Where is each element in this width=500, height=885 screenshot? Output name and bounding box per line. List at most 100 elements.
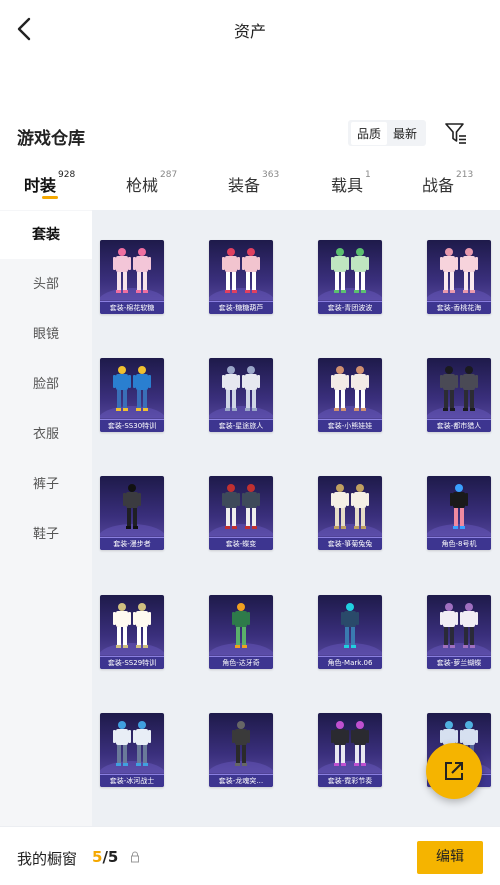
edit-button[interactable]: 编辑 (417, 841, 483, 874)
item-card[interactable]: 套装-星途旅人 (209, 358, 273, 432)
outfit-image (318, 603, 382, 655)
item-card-label: 套装-萝兰蝴蝶 (427, 656, 491, 669)
warehouse-header: 游戏仓库 品质 最新 (0, 118, 500, 150)
outfit-image (318, 248, 382, 300)
tab-battle-gear[interactable]: 战备213 (422, 170, 474, 196)
outfit-image (209, 366, 273, 418)
showcase-bar: 我的橱窗 5/5 编辑 (0, 826, 500, 885)
outfit-image (427, 484, 491, 536)
item-card-label: 套装-漫步者 (100, 537, 164, 550)
share-button[interactable] (426, 743, 482, 799)
sidebar-item-shoes[interactable]: 鞋子 (0, 511, 92, 559)
item-card[interactable]: 套装-箏菊兔兔 (318, 476, 382, 550)
sort-toggle: 品质 最新 (348, 120, 427, 146)
item-grid: 套装-棉花软糖 套装-糖糖葫芦 套装-青团波波 套装-香桃花海 套装-SS30特训 套装-… (92, 210, 500, 826)
item-card-label: 角色-8号机 (427, 537, 491, 550)
category-tabs: 时装928 枪械287 装备363 载具1 战备213 (0, 158, 500, 210)
sidebar-item-glasses[interactable]: 眼镜 (0, 311, 92, 359)
outfit-image (100, 603, 164, 655)
sub-category-sidebar: 套装 头部 眼镜 脸部 衣服 裤子 鞋子 (0, 210, 92, 826)
item-card-label: 套装-青团波波 (318, 301, 382, 314)
sort-quality-button[interactable]: 品质 (351, 121, 388, 145)
outfit-image (100, 248, 164, 300)
item-card[interactable]: 套装-SS29特训 (100, 595, 164, 669)
outfit-image (427, 366, 491, 418)
tab-fashion[interactable]: 时装928 (24, 170, 76, 196)
showcase-count: 5/5 (92, 848, 118, 866)
item-card[interactable]: 角色-8号机 (427, 476, 491, 550)
outfit-image (209, 484, 273, 536)
outfit-image (100, 484, 164, 536)
outfit-image (427, 603, 491, 655)
item-card[interactable]: 套装-霓彩节奏 (318, 713, 382, 787)
outfit-image (209, 248, 273, 300)
item-card-label: 套装-SS30特训 (100, 419, 164, 432)
showcase-current: 5 (92, 848, 103, 866)
sort-newest-button[interactable]: 最新 (387, 122, 423, 145)
item-card-label: 套装-龙魂突… (209, 774, 273, 787)
outfit-image (427, 248, 491, 300)
outfit-image (100, 366, 164, 418)
item-card[interactable]: 套装-龙魂突… (209, 713, 273, 787)
share-icon (445, 762, 463, 780)
item-card[interactable]: 套装-SS30特训 (100, 358, 164, 432)
item-card-label: 套装-糖糖葫芦 (209, 301, 273, 314)
item-card-label: 套装-都市猎人 (427, 419, 491, 432)
tab-label: 装备 (228, 176, 261, 195)
item-card-label: 套装-星途旅人 (209, 419, 273, 432)
filter-icon (445, 123, 466, 144)
active-tab-indicator (42, 196, 58, 199)
showcase-total: /5 (102, 848, 119, 866)
tab-count: 287 (160, 170, 178, 180)
item-card-label: 套装-SS29特训 (100, 656, 164, 669)
item-card-label: 角色-Mark.06 (318, 656, 382, 669)
tab-label: 枪械 (126, 176, 159, 195)
tab-equipment[interactable]: 装备363 (228, 170, 279, 196)
tab-label: 时装 (24, 176, 57, 195)
item-card[interactable]: 套装-棉花软糖 (100, 240, 164, 314)
sidebar-item-clothes[interactable]: 衣服 (0, 411, 92, 459)
item-card-label: 套装-冰河战士 (100, 774, 164, 787)
item-card[interactable]: 套装-小熊娃娃 (318, 358, 382, 432)
tab-label: 载具 (331, 176, 364, 195)
item-card[interactable]: 套装-香桃花海 (427, 240, 491, 314)
item-card-label: 套装-蝶变 (209, 537, 273, 550)
tab-count: 1 (365, 170, 371, 180)
item-card[interactable]: 角色-Mark.06 (318, 595, 382, 669)
item-card[interactable]: 套装-糖糖葫芦 (209, 240, 273, 314)
tab-label: 战备 (422, 176, 455, 195)
outfit-image (209, 721, 273, 773)
outfit-image (209, 603, 273, 655)
header: 资产 (0, 0, 500, 60)
tab-count: 213 (456, 170, 474, 180)
outfit-image (318, 721, 382, 773)
item-card-label: 套装-小熊娃娃 (318, 419, 382, 432)
tab-vehicles[interactable]: 载具1 (331, 170, 371, 196)
item-card[interactable]: 套装-蝶变 (209, 476, 273, 550)
item-card-label: 角色-达牙奇 (209, 656, 273, 669)
item-card[interactable]: 角色-达牙奇 (209, 595, 273, 669)
showcase-label: 我的橱窗 (17, 850, 78, 868)
item-card[interactable]: 套装-萝兰蝴蝶 (427, 595, 491, 669)
page-title: 资产 (233, 22, 266, 41)
item-card[interactable]: 套装-漫步者 (100, 476, 164, 550)
item-card[interactable]: 套装-冰河战士 (100, 713, 164, 787)
sidebar-item-pants[interactable]: 裤子 (0, 461, 92, 509)
tab-count: 928 (58, 170, 76, 180)
warehouse-title: 游戏仓库 (17, 129, 85, 149)
outfit-image (100, 721, 164, 773)
item-card-label: 套装-箏菊兔兔 (318, 537, 382, 550)
sidebar-item-face[interactable]: 脸部 (0, 361, 92, 409)
item-card-label: 套装-棉花软糖 (100, 301, 164, 314)
sidebar-item-head[interactable]: 头部 (0, 261, 92, 309)
outfit-image (318, 366, 382, 418)
sidebar-item-outfit[interactable]: 套装 (0, 211, 92, 259)
item-card[interactable]: 套装-都市猎人 (427, 358, 491, 432)
tab-weapons[interactable]: 枪械287 (126, 170, 178, 196)
item-card-label: 套装-霓彩节奏 (318, 774, 382, 787)
item-card-label: 套装-香桃花海 (427, 301, 491, 314)
filter-button[interactable] (444, 121, 468, 145)
lock-icon (131, 851, 139, 863)
outfit-image (318, 484, 382, 536)
item-card[interactable]: 套装-青团波波 (318, 240, 382, 314)
